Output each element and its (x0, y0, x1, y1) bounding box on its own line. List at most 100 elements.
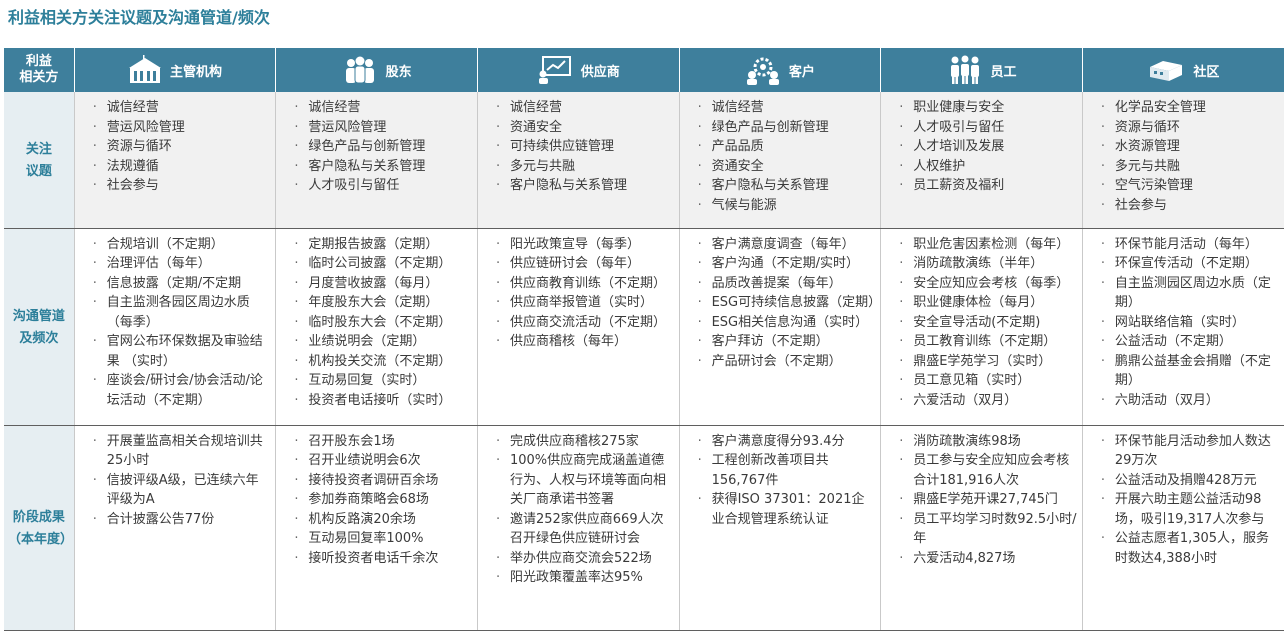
row-label-line: （本年度） (8, 531, 74, 547)
list-item: 年度股东大会（定期） (294, 293, 473, 313)
row-label-line: 议题 (25, 163, 52, 179)
list-item: 公益活动及捐赠428万元 (1101, 471, 1280, 491)
list-item: 互动易回复率100% (294, 529, 473, 549)
list-item: 社会参与 (1101, 196, 1280, 216)
list-item: 合计披露公告77份 (93, 510, 272, 530)
list-item: 水资源管理 (1101, 137, 1280, 157)
table-cell: 职业危害因素检测（每年）消防疏散演练（半年）安全应知应会考核（每季）职业健康体检… (880, 228, 1083, 426)
list-item: 邀请252家供应商669人次召开绿色供应链研讨会 (496, 510, 675, 549)
list-item: 供应商教育训练（不定期） (496, 274, 675, 294)
list-item: 诚信经营 (496, 98, 675, 118)
list-item: 网站联络信箱（实时） (1101, 313, 1280, 333)
stakeholder-name: 主管机构 (170, 64, 223, 80)
list-item: 100%供应商完成涵盖道德行为、人权与环境等面向相关厂商承诺书签署 (496, 451, 675, 510)
list-item: 机构反路演20余场 (294, 510, 473, 530)
list-item: 气候与能源 (698, 196, 877, 216)
list-item: 官网公布环保数据及审验结果 （实时） (93, 332, 272, 371)
table-cell: 诚信经营资通安全可持续供应链管理多元与共融客户隐私与关系管理 (476, 92, 680, 229)
row-label: 关注 议题 (4, 92, 75, 229)
header-shareholders: 股东 (275, 48, 478, 92)
list-item: 客户满意度调查（每年） (698, 235, 877, 255)
list-item: 绿色产品与创新管理 (294, 137, 473, 157)
list-item: 安全应知应会考核（每季） (899, 274, 1078, 294)
list-item: 客户隐私与关系管理 (698, 176, 877, 196)
list-item: 客户满意度得分93.4分 (698, 432, 877, 452)
list-item: 供应商稽核（每年） (496, 332, 675, 352)
list-item: 空气污染管理 (1101, 176, 1280, 196)
header-community: 社区 (1081, 48, 1284, 92)
table-cell: 诚信经营营运风险管理资源与循环法规遵循社会参与 (73, 92, 276, 229)
corner-label-line: 利益 (25, 54, 52, 69)
header-supplier: 供应商 (476, 48, 680, 92)
list-item: 环保节能月活动（每年） (1101, 235, 1280, 255)
bullet-list: 诚信经营资通安全可持续供应链管理多元与共融客户隐私与关系管理 (482, 98, 675, 196)
table-cell: 环保节能月活动参加人数达29万次公益活动及捐赠428万元开展六助主题公益活动98… (1081, 425, 1284, 631)
list-item: 员工意见箱（实时） (899, 371, 1078, 391)
list-item: 鼎盛E学苑学习（实时） (899, 352, 1078, 372)
row-label: 阶段成果 （本年度） (4, 425, 75, 631)
list-item: 开展董监高相关合规培训共25小时 (93, 432, 272, 471)
bullet-list: 诚信经营绿色产品与创新管理产品品质资通安全客户隐私与关系管理气候与能源 (684, 98, 877, 215)
bullet-list: 环保节能月活动参加人数达29万次公益活动及捐赠428万元开展六助主题公益活动98… (1087, 432, 1280, 569)
header-government: 主管机构 (73, 48, 276, 92)
header-customer: 客户 (678, 48, 881, 92)
table-cell: 环保节能月活动（每年）环保宣传活动（不定期）自主监测园区周边水质（定期）网站联络… (1081, 228, 1284, 426)
corner-label-line: 相关方 (19, 70, 59, 85)
list-item: 鼎盛E学苑开课27,745门 (899, 490, 1078, 510)
list-item: 营运风险管理 (294, 118, 473, 138)
list-item: 资通安全 (698, 157, 877, 177)
bullet-list: 客户满意度调查（每年）客户沟通（不定期/实时）品质改善提案（每年）ESG可持续信… (684, 235, 882, 372)
list-item: 临时公司披露（不定期） (294, 254, 473, 274)
bullet-list: 职业危害因素检测（每年）消防疏散演练（半年）安全应知应会考核（每季）职业健康体检… (885, 235, 1078, 411)
list-item: 环保宣传活动（不定期） (1101, 254, 1280, 274)
list-item: 可持续供应链管理 (496, 137, 675, 157)
list-item: 员工薪资及福利 (899, 176, 1078, 196)
row-label-line: 关注 (25, 141, 52, 157)
bullet-list: 定期报告披露（定期）临时公司披露（不定期）月度营收披露（每月）年度股东大会（定期… (280, 235, 473, 411)
employees-icon (950, 55, 979, 84)
list-item: 社会参与 (93, 176, 272, 196)
list-item: 人才吸引与留任 (294, 176, 473, 196)
bullet-list: 诚信经营营运风险管理绿色产品与创新管理客户隐私与关系管理人才吸引与留任 (280, 98, 473, 196)
list-item: 自主监测园区周边水质（定期） (1101, 274, 1280, 313)
bullet-list: 化学品安全管理资源与循环水资源管理多元与共融空气污染管理社会参与 (1087, 98, 1280, 215)
list-item: 公益活动（不定期） (1101, 332, 1280, 352)
list-item: 产品研讨会（不定期） (698, 352, 877, 372)
stakeholder-name: 客户 (788, 64, 815, 80)
list-item: 供应商举报管道（实时） (496, 293, 675, 313)
list-item: 产品品质 (698, 137, 877, 157)
table-cell: 客户满意度得分93.4分工程创新改善项目共156,767件获得ISO 37301… (678, 425, 881, 631)
bullet-list: 完成供应商稽核275家100%供应商完成涵盖道德行为、人权与环境等面向相关厂商承… (482, 432, 675, 588)
row-label: 沟通管道 及频次 (4, 228, 75, 426)
bullet-list: 合规培训（不定期）治理评估（每年）信息披露（定期/不定期自主监测各园区周边水质（… (79, 235, 272, 411)
table-cell: 召开股东会1场召开业绩说明会6次接待投资者调研百余场参加券商策略会68场机构反路… (275, 425, 478, 631)
table-cell: 客户满意度调查（每年）客户沟通（不定期/实时）品质改善提案（每年）ESG可持续信… (678, 228, 882, 426)
list-item: 客户隐私与关系管理 (496, 176, 675, 196)
list-item: 信披评级A级，已连续六年评级为A (93, 471, 272, 510)
list-item: 供应商交流活动（不定期） (496, 313, 675, 333)
list-item: 获得ISO 37301：2021企业合规管理系统认证 (698, 490, 877, 529)
stakeholder-name: 社区 (1193, 64, 1220, 80)
list-item: 法规遵循 (93, 157, 272, 177)
list-item: 诚信经营 (294, 98, 473, 118)
list-item: 职业危害因素检测（每年） (899, 235, 1078, 255)
header-employees: 员工 (880, 48, 1083, 92)
header-row: 利益 相关方 主管机构 股东 供应商 客户 员工 社区 (4, 48, 1284, 92)
list-item: 环保节能月活动参加人数达29万次 (1101, 432, 1280, 471)
list-item: 化学品安全管理 (1101, 98, 1280, 118)
list-item: 治理评估（每年） (93, 254, 272, 274)
list-item: 阳光政策宣导（每季） (496, 235, 675, 255)
table-cell: 合规培训（不定期）治理评估（每年）信息披露（定期/不定期自主监测各园区周边水质（… (73, 228, 276, 426)
bullet-list: 开展董监高相关合规培训共25小时信披评级A级，已连续六年评级为A合计披露公告77… (79, 432, 272, 530)
list-item: 召开业绩说明会6次 (294, 451, 473, 471)
bullet-list: 客户满意度得分93.4分工程创新改善项目共156,767件获得ISO 37301… (684, 432, 877, 530)
list-item: 消防疏散演练（半年） (899, 254, 1078, 274)
list-item: 合规培训（不定期） (93, 235, 272, 255)
supplier-presentation-icon (538, 56, 571, 84)
list-item: 资源与循环 (93, 137, 272, 157)
list-item: 阳光政策覆盖率达95% (496, 568, 675, 588)
table-cell: 定期报告披露（定期）临时公司披露（不定期）月度营收披露（每月）年度股东大会（定期… (275, 228, 478, 426)
list-item: 诚信经营 (698, 98, 877, 118)
table-cell: 诚信经营营运风险管理绿色产品与创新管理客户隐私与关系管理人才吸引与留任 (275, 92, 478, 229)
list-item: 开展六助主题公益活动98场，吸引19,317人次参与 (1101, 490, 1280, 529)
